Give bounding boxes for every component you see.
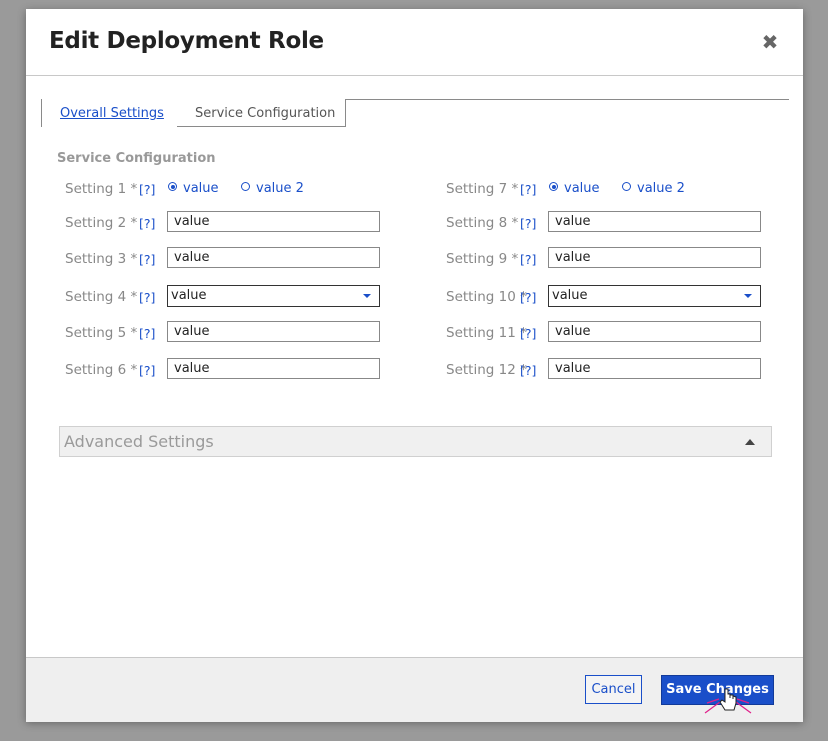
setting-row-2: Setting 2 * [?] value — [26, 211, 406, 235]
setting-row-4: Setting 4 * [?] value — [26, 285, 406, 309]
setting-label: Setting 9 * — [446, 251, 519, 267]
chevron-down-icon — [744, 294, 752, 298]
radio-selected-icon — [168, 182, 177, 191]
radio-option-value[interactable]: value — [549, 181, 600, 196]
cancel-button[interactable]: Cancel — [585, 675, 642, 704]
setting-label: Setting 2 * — [65, 215, 138, 231]
help-link[interactable]: [?] — [520, 252, 536, 267]
help-link[interactable]: [?] — [520, 216, 536, 231]
radio-unselected-icon — [241, 182, 250, 191]
help-link[interactable]: [?] — [139, 216, 155, 231]
setting-row-10: Setting 10 * [?] value — [407, 285, 787, 309]
setting-label: Setting 1 * — [65, 181, 138, 197]
setting-label: Setting 3 * — [65, 251, 138, 267]
setting-3-input[interactable]: value — [167, 247, 380, 268]
setting-row-9: Setting 9 * [?] value — [407, 247, 787, 271]
setting-row-12: Setting 12 * [?] value — [407, 358, 787, 382]
setting-row-1: Setting 1 * [?] value value 2 — [26, 177, 406, 201]
help-link[interactable]: [?] — [139, 290, 155, 305]
setting-row-3: Setting 3 * [?] value — [26, 247, 406, 271]
setting-row-5: Setting 5 * [?] value — [26, 321, 406, 345]
help-link[interactable]: [?] — [139, 363, 155, 378]
help-link[interactable]: [?] — [520, 326, 536, 341]
setting-12-input[interactable]: value — [548, 358, 761, 379]
setting-5-input[interactable]: value — [167, 321, 380, 342]
dialog-header: Edit Deployment Role ✖ — [26, 9, 803, 76]
tab-overall-settings[interactable]: Overall Settings — [41, 99, 179, 127]
advanced-settings-label: Advanced Settings — [64, 432, 214, 451]
section-title: Service Configuration — [57, 151, 216, 166]
radio-option-value-2[interactable]: value 2 — [241, 181, 304, 196]
radio-selected-icon — [549, 182, 558, 191]
setting-2-input[interactable]: value — [167, 211, 380, 232]
setting-label: Setting 12 * — [446, 362, 527, 378]
radio-option-value[interactable]: value — [168, 181, 219, 196]
setting-label: Setting 5 * — [65, 325, 138, 341]
setting-4-select[interactable]: value — [167, 285, 380, 307]
setting-label: Setting 4 * — [65, 289, 138, 305]
setting-label: Setting 7 * — [446, 181, 519, 197]
radio-option-value-2[interactable]: value 2 — [622, 181, 685, 196]
advanced-settings-toggle[interactable]: Advanced Settings — [59, 426, 772, 457]
edit-deployment-role-dialog: Edit Deployment Role ✖ Overall Settings … — [26, 9, 803, 722]
setting-row-7: Setting 7 * [?] value value 2 — [407, 177, 787, 201]
save-changes-button[interactable]: Save Changes — [661, 675, 774, 705]
chevron-down-icon — [363, 294, 371, 298]
help-link[interactable]: [?] — [520, 290, 536, 305]
close-icon[interactable]: ✖ — [759, 31, 781, 53]
setting-label: Setting 11 * — [446, 325, 527, 341]
help-link[interactable]: [?] — [139, 326, 155, 341]
setting-label: Setting 6 * — [65, 362, 138, 378]
help-link[interactable]: [?] — [520, 182, 536, 197]
dialog-footer: Cancel Save Changes — [26, 657, 803, 722]
setting-10-select[interactable]: value — [548, 285, 761, 307]
tab-label: Service Configuration — [195, 106, 336, 121]
setting-row-11: Setting 11 * [?] value — [407, 321, 787, 345]
dialog-title: Edit Deployment Role — [49, 28, 324, 54]
setting-label: Setting 10 * — [446, 289, 527, 305]
help-link[interactable]: [?] — [139, 182, 155, 197]
help-link[interactable]: [?] — [520, 363, 536, 378]
help-link[interactable]: [?] — [139, 252, 155, 267]
tab-service-configuration[interactable]: Service Configuration — [177, 99, 346, 127]
radio-unselected-icon — [622, 182, 631, 191]
setting-8-input[interactable]: value — [548, 211, 761, 232]
setting-11-input[interactable]: value — [548, 321, 761, 342]
setting-label: Setting 8 * — [446, 215, 519, 231]
setting-9-input[interactable]: value — [548, 247, 761, 268]
chevron-up-icon — [745, 439, 755, 445]
setting-6-input[interactable]: value — [167, 358, 380, 379]
tab-label: Overall Settings — [60, 106, 164, 121]
setting-row-8: Setting 8 * [?] value — [407, 211, 787, 235]
setting-row-6: Setting 6 * [?] value — [26, 358, 406, 382]
